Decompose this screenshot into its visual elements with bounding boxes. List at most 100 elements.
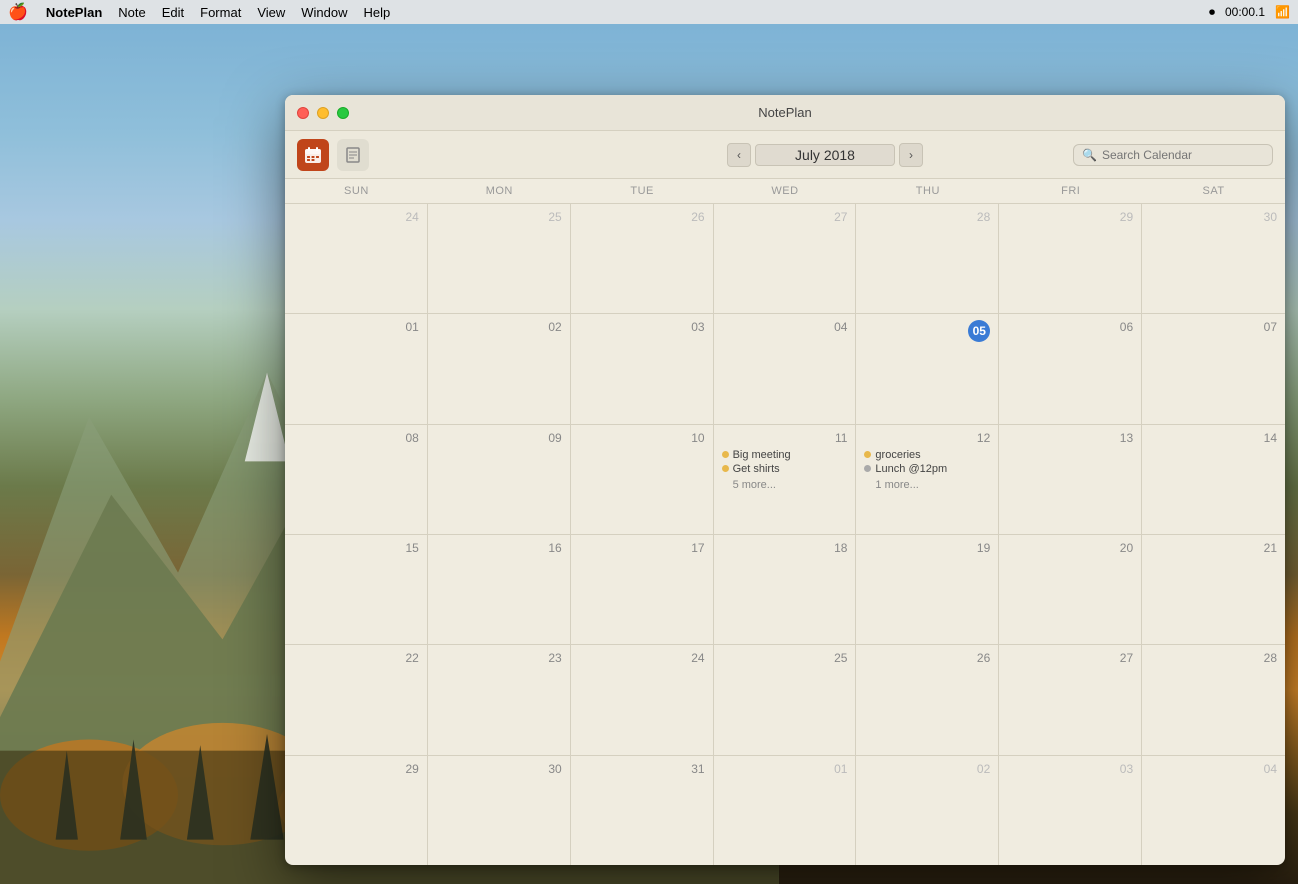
day-cell[interactable]: 02 [856, 756, 999, 865]
event-dot [722, 465, 729, 472]
weeks-grid: 242526272829300102030405060708091011Big … [285, 204, 1285, 865]
week-row-1: 01020304 05 06 07 [285, 314, 1285, 424]
day-cell[interactable]: 09 [428, 425, 571, 534]
menu-view[interactable]: View [249, 0, 293, 24]
menu-note[interactable]: Note [110, 0, 153, 24]
day-cell[interactable]: 24 [285, 204, 428, 313]
day-number: 13 [1007, 431, 1133, 445]
note-icon [345, 147, 361, 163]
day-number: 07 [1150, 320, 1277, 334]
day-number: 26 [864, 651, 990, 665]
current-month-label: July 2018 [755, 144, 895, 166]
day-cell[interactable]: 27 [999, 645, 1142, 754]
day-cell[interactable]: 05 [856, 314, 999, 423]
day-cell[interactable]: 12groceriesLunch @12pm1 more... [856, 425, 999, 534]
day-cell[interactable]: 02 [428, 314, 571, 423]
close-button[interactable] [297, 107, 309, 119]
calendar-icon [304, 146, 322, 164]
day-cell[interactable]: 26 [571, 204, 714, 313]
day-cell[interactable]: 13 [999, 425, 1142, 534]
day-header-thu: THU [856, 179, 999, 203]
day-cell[interactable]: 06 [999, 314, 1142, 423]
event-item[interactable]: Big meeting [722, 449, 848, 461]
menubar-time: 00:00.1 [1225, 5, 1265, 19]
day-number: 28 [1150, 651, 1277, 665]
search-box: 🔍 [1073, 144, 1273, 166]
day-number: 20 [1007, 541, 1133, 555]
event-label: groceries [875, 449, 920, 461]
day-cell[interactable]: 01 [714, 756, 857, 865]
day-number: 08 [293, 431, 419, 445]
event-dot [864, 465, 871, 472]
day-header-fri: FRI [999, 179, 1142, 203]
day-cell[interactable]: 25 [714, 645, 857, 754]
menu-format[interactable]: Format [192, 0, 249, 24]
next-month-button[interactable]: › [899, 143, 923, 167]
day-cell[interactable]: 04 [1142, 756, 1285, 865]
menu-help[interactable]: Help [356, 0, 399, 24]
day-number: 29 [1007, 210, 1133, 224]
day-cell[interactable]: 26 [856, 645, 999, 754]
note-view-button[interactable] [337, 139, 369, 171]
event-item[interactable]: Get shirts [722, 463, 848, 475]
day-number: 09 [436, 431, 562, 445]
minimize-button[interactable] [317, 107, 329, 119]
day-cell[interactable]: 25 [428, 204, 571, 313]
day-cell[interactable]: 29 [285, 756, 428, 865]
day-cell[interactable]: 16 [428, 535, 571, 644]
day-cell[interactable]: 28 [856, 204, 999, 313]
prev-month-button[interactable]: ‹ [727, 143, 751, 167]
day-cell[interactable]: 03 [571, 314, 714, 423]
day-cell[interactable]: 24 [571, 645, 714, 754]
event-item[interactable]: groceries [864, 449, 990, 461]
day-number: 22 [293, 651, 419, 665]
today-badge: 05 [968, 320, 990, 342]
apple-menu[interactable]: 🍎 [8, 2, 28, 22]
day-cell[interactable]: 10 [571, 425, 714, 534]
maximize-button[interactable] [337, 107, 349, 119]
day-number: 26 [579, 210, 705, 224]
day-cell[interactable]: 15 [285, 535, 428, 644]
day-cell[interactable]: 30 [428, 756, 571, 865]
day-cell[interactable]: 17 [571, 535, 714, 644]
day-header-tue: TUE [571, 179, 714, 203]
more-events[interactable]: 1 more... [864, 479, 990, 491]
menu-edit[interactable]: Edit [154, 0, 192, 24]
menu-window[interactable]: Window [293, 0, 355, 24]
day-cell[interactable]: 11Big meetingGet shirts5 more... [714, 425, 857, 534]
day-header-mon: MON [428, 179, 571, 203]
record-icon: ⏺ [1209, 5, 1215, 20]
day-cell[interactable]: 22 [285, 645, 428, 754]
more-events[interactable]: 5 more... [722, 479, 848, 491]
day-cell[interactable]: 28 [1142, 645, 1285, 754]
day-number: 17 [579, 541, 705, 555]
day-cell[interactable]: 03 [999, 756, 1142, 865]
day-header-wed: WED [714, 179, 857, 203]
day-number: 06 [1007, 320, 1133, 334]
day-number: 27 [722, 210, 848, 224]
noteplan-window: NotePlan [285, 95, 1285, 865]
day-number: 18 [722, 541, 848, 555]
app-menu-noteplan[interactable]: NotePlan [38, 0, 110, 24]
day-cell[interactable]: 23 [428, 645, 571, 754]
event-label: Lunch @12pm [875, 463, 947, 475]
day-cell[interactable]: 18 [714, 535, 857, 644]
day-cell[interactable]: 31 [571, 756, 714, 865]
search-input[interactable] [1102, 148, 1264, 162]
traffic-lights [297, 107, 349, 119]
day-cell[interactable]: 20 [999, 535, 1142, 644]
day-number: 25 [722, 651, 848, 665]
day-cell[interactable]: 21 [1142, 535, 1285, 644]
day-cell[interactable]: 04 [714, 314, 857, 423]
day-cell[interactable]: 29 [999, 204, 1142, 313]
calendar-view-button[interactable] [297, 139, 329, 171]
window-title: NotePlan [758, 105, 811, 120]
day-cell[interactable]: 08 [285, 425, 428, 534]
day-cell[interactable]: 07 [1142, 314, 1285, 423]
event-item[interactable]: Lunch @12pm [864, 463, 990, 475]
day-cell[interactable]: 14 [1142, 425, 1285, 534]
day-cell[interactable]: 27 [714, 204, 857, 313]
day-cell[interactable]: 01 [285, 314, 428, 423]
day-cell[interactable]: 19 [856, 535, 999, 644]
day-cell[interactable]: 30 [1142, 204, 1285, 313]
